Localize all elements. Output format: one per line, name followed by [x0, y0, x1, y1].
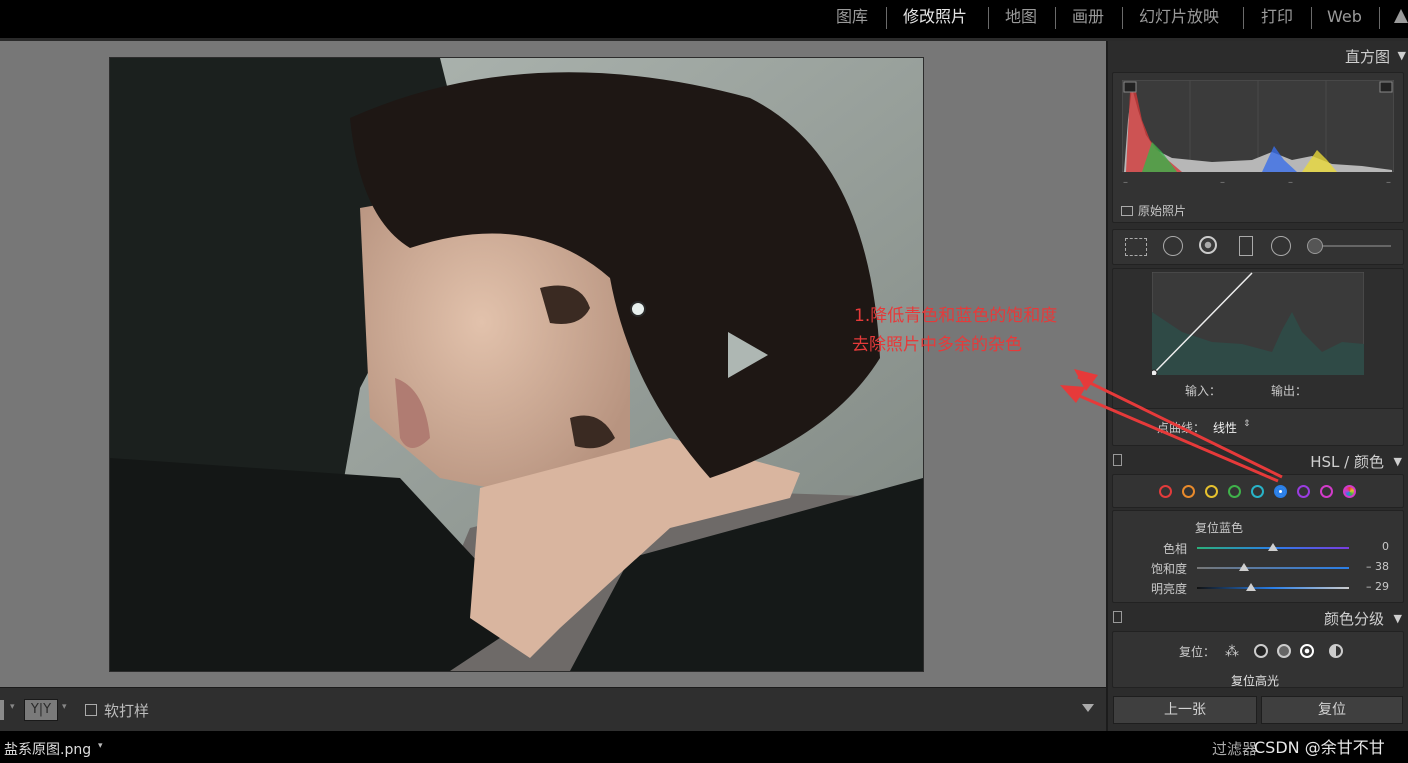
tone-curve-graph[interactable]	[1152, 272, 1364, 375]
previous-button[interactable]: 上一张	[1113, 696, 1257, 724]
module-separator	[1379, 7, 1380, 29]
target-adjust-icon[interactable]	[630, 301, 646, 317]
chevron-down-icon[interactable]: ▾	[10, 702, 15, 712]
brush-icon[interactable]	[1307, 238, 1323, 254]
watermark-text: CSDN @余甘不甘	[1254, 738, 1385, 757]
color-swatch-red[interactable]	[1159, 485, 1172, 498]
module-slideshow[interactable]: 幻灯片放映	[1139, 6, 1219, 28]
photo-image[interactable]	[109, 57, 924, 672]
module-print[interactable]: 打印	[1261, 6, 1293, 28]
reset-blue-label[interactable]: 复位蓝色	[1195, 519, 1243, 536]
midtones-wheel-icon[interactable]	[1277, 644, 1291, 658]
module-bar: 图库 修改照片 地图 画册 幻灯片放映 打印 Web	[0, 0, 1408, 38]
color-swatch-blue[interactable]	[1274, 485, 1287, 498]
module-separator	[1243, 7, 1244, 29]
annotation-line2: 去除照片中多余的杂色	[852, 335, 1022, 355]
redeye-icon[interactable]	[1199, 236, 1217, 254]
module-separator	[988, 7, 989, 29]
original-photo-checkbox[interactable]	[1121, 206, 1133, 216]
filmstrip-bar: 盐系原图.png ▾ 过滤器 CSDN @余甘不甘	[0, 731, 1408, 763]
original-photo-label: 原始照片	[1138, 204, 1187, 218]
module-map[interactable]: 地图	[1005, 6, 1037, 28]
play-icon[interactable]	[724, 330, 770, 380]
tool-strip	[1112, 229, 1404, 265]
soft-proof-checkbox[interactable]	[85, 704, 97, 716]
hue-slider-thumb[interactable]	[1268, 543, 1278, 551]
saturation-slider[interactable]	[1197, 567, 1349, 569]
spot-removal-icon[interactable]	[1163, 236, 1183, 256]
filter-label[interactable]: 过滤器	[1212, 738, 1257, 759]
module-separator	[886, 7, 887, 29]
global-wheel-icon[interactable]	[1329, 644, 1343, 658]
color-swatch-green[interactable]	[1228, 485, 1241, 498]
hsl-sliders-panel: 复位蓝色 色相 饱和度 明亮度 0 – 38 – 29	[1112, 510, 1404, 603]
color-swatch-aqua[interactable]	[1251, 485, 1264, 498]
split-toning-title[interactable]: 颜色分级	[1324, 608, 1384, 629]
hue-label: 色相	[1163, 542, 1188, 556]
split-reset-label: 复位：	[1179, 645, 1216, 659]
histogram-graph[interactable]	[1122, 80, 1394, 172]
module-separator	[1055, 7, 1056, 29]
module-separator	[1311, 7, 1312, 29]
color-swatch-magenta[interactable]	[1320, 485, 1333, 498]
color-swatch-purple[interactable]	[1297, 485, 1310, 498]
view-mode-icon[interactable]	[0, 700, 4, 720]
panel-toggle-icon[interactable]	[1394, 9, 1408, 23]
portrait-photo	[110, 58, 923, 671]
chevron-down-icon[interactable]: ▾	[62, 702, 67, 712]
chevron-down-icon[interactable]: ▾	[98, 741, 103, 751]
collapse-triangle-icon[interactable]: ▼	[1398, 49, 1406, 62]
saturation-slider-thumb[interactable]	[1239, 563, 1250, 571]
histogram-panel: – – – – 原始照片	[1112, 72, 1404, 223]
reset-button[interactable]: 复位	[1261, 696, 1403, 724]
luminance-slider-thumb[interactable]	[1245, 583, 1256, 591]
reset-highlights-label[interactable]: 复位高光	[1231, 672, 1279, 689]
collapse-triangle-icon[interactable]: ▼	[1394, 612, 1402, 625]
highlights-wheel-icon[interactable]	[1300, 644, 1314, 658]
luminance-value[interactable]: – 29	[1355, 580, 1389, 593]
filename-label[interactable]: 盐系原图.png	[4, 739, 91, 759]
annotation-line1: 1.降低青色和蓝色的饱和度	[854, 306, 1058, 326]
histogram-readout: –	[1386, 177, 1391, 188]
collapse-triangle-icon[interactable]: ▼	[1394, 455, 1402, 468]
split-toning-panel: 复位： ⁂ 复位高光	[1112, 631, 1404, 688]
before-after-button[interactable]: Y|Y	[24, 699, 58, 721]
hue-value[interactable]: 0	[1355, 540, 1389, 553]
histogram-readout: –	[1123, 177, 1128, 188]
histogram-readout: –	[1288, 177, 1293, 188]
toolbar-menu-icon[interactable]	[1082, 704, 1094, 712]
soft-proof-label: 软打样	[104, 702, 150, 720]
bottom-toolbar: ▾ Y|Y ▾ 软打样	[0, 687, 1106, 732]
luminance-slider[interactable]	[1197, 587, 1349, 589]
color-swatch-yellow[interactable]	[1205, 485, 1218, 498]
color-swatch-orange[interactable]	[1182, 485, 1195, 498]
module-book[interactable]: 画册	[1072, 6, 1104, 28]
color-swatch-all[interactable]	[1343, 485, 1356, 498]
module-separator	[1122, 7, 1123, 29]
annotation-arrow	[1060, 369, 1283, 483]
module-library[interactable]: 图库	[836, 6, 868, 28]
saturation-label: 饱和度	[1151, 562, 1188, 576]
luminance-label: 明亮度	[1151, 582, 1188, 596]
three-way-icon[interactable]: ⁂	[1225, 644, 1239, 660]
hsl-title[interactable]: HSL / 颜色	[1310, 451, 1384, 472]
graduated-filter-icon[interactable]	[1239, 236, 1253, 256]
saturation-value[interactable]: – 38	[1355, 560, 1389, 573]
histogram-readout: –	[1220, 177, 1225, 188]
panel-switch-icon[interactable]	[1113, 611, 1122, 623]
module-develop[interactable]: 修改照片	[903, 6, 967, 28]
radial-filter-icon[interactable]	[1271, 236, 1291, 256]
module-web[interactable]: Web	[1327, 6, 1362, 28]
crop-icon[interactable]	[1125, 238, 1147, 256]
shadows-wheel-icon[interactable]	[1254, 644, 1268, 658]
histogram-title[interactable]: 直方图	[1345, 46, 1390, 67]
